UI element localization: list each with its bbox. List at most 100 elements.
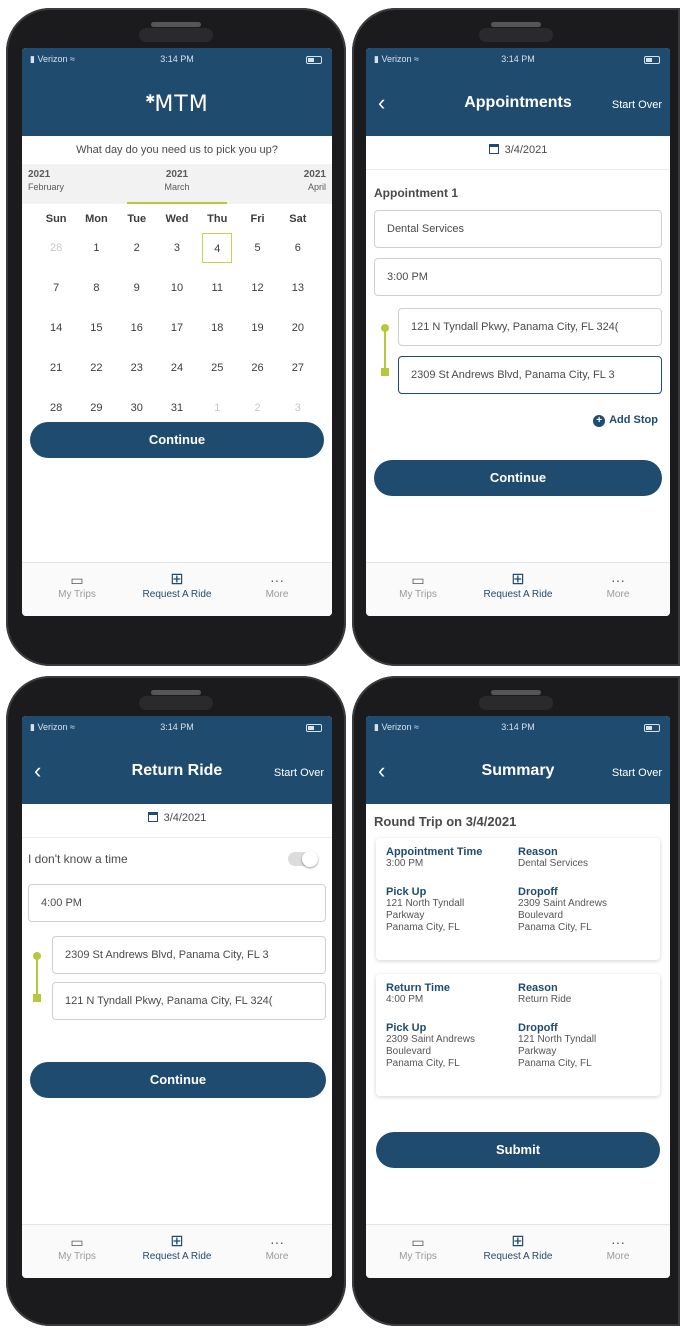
add-stop-button[interactable]: + Add Stop <box>593 414 658 427</box>
calendar-day[interactable]: 26 <box>237 362 277 374</box>
tab-request-a-ride[interactable]: ⊞ Request A Ride <box>127 1233 227 1262</box>
weekday-label: Tue <box>127 213 147 225</box>
screen-calendar: ▮ Verizon ≈ 3:14 PM ✱MTM What day do you… <box>22 48 332 616</box>
pickup-line-1: 121 North Tyndall <box>386 898 465 909</box>
calendar-day[interactable]: 13 <box>278 282 318 294</box>
calendar-day[interactable]: 18 <box>197 322 237 334</box>
calendar-day[interactable]: 31 <box>157 402 197 414</box>
weekday-label: Sun <box>45 213 67 225</box>
app-header: ▮ Verizon ≈ 3:14 PM ‹ Appointments Start… <box>366 48 670 136</box>
phone-frame-return-ride: ▮ Verizon ≈ 3:14 PM ‹ Return Ride Start … <box>6 676 346 1326</box>
return-time-field[interactable]: 4:00 PM <box>28 884 326 922</box>
return-summary-card: Return Time 4:00 PM Reason Return Ride P… <box>376 974 660 1096</box>
calendar-day[interactable]: 8 <box>76 282 116 294</box>
pickup-line-1: 2309 Saint Andrews <box>386 1034 475 1045</box>
calendar-day[interactable]: 1 <box>76 242 116 254</box>
weekday-label: Fri <box>250 213 265 225</box>
reason-block: Reason Return Ride <box>518 982 571 1006</box>
dropoff-address-field[interactable]: 121 N Tyndall Pkwy, Panama City, FL 324( <box>52 982 326 1020</box>
battery-icon <box>306 56 322 64</box>
tab-more[interactable]: ··· More <box>568 571 668 600</box>
continue-button[interactable]: Continue <box>374 460 662 496</box>
calendar-day[interactable]: 30 <box>117 402 157 414</box>
calendar-day[interactable]: 10 <box>157 282 197 294</box>
plus-square-icon: ⊞ <box>170 571 184 588</box>
tab-my-trips[interactable]: ▭ My Trips <box>368 571 468 600</box>
selected-day-label: 4 <box>202 233 233 263</box>
calendar-day[interactable]: 28 <box>36 402 76 414</box>
calendar-day: 3 <box>294 402 301 414</box>
month-tab-april[interactable]: 2021 April <box>232 168 332 194</box>
submit-button[interactable]: Submit <box>376 1132 660 1168</box>
tab-request-a-ride[interactable]: ⊞ Request A Ride <box>127 571 227 600</box>
calendar-day[interactable]: 6 <box>278 242 318 254</box>
mtm-logo: ✱MTM <box>145 92 209 117</box>
phone-speaker <box>151 690 201 695</box>
calendar-day[interactable]: 3 <box>157 242 197 254</box>
continue-button[interactable]: Continue <box>30 422 324 458</box>
calendar-day[interactable]: 23 <box>117 362 157 374</box>
tab-my-trips[interactable]: ▭ My Trips <box>368 1233 468 1262</box>
appointment-time-field[interactable]: 3:00 PM <box>374 258 662 296</box>
start-over-button[interactable]: Start Over <box>274 767 324 779</box>
calendar-week: 14 15 16 17 18 19 20 <box>36 308 318 348</box>
weekday-header: Sun Mon Tue Wed Thu Fri Sat <box>36 210 318 228</box>
phone-notch <box>479 28 553 42</box>
dropoff-label: Dropoff <box>518 1022 558 1034</box>
phone-frame-summary: ▮ Verizon ≈ 3:14 PM ‹ Summary Start Over… <box>352 676 680 1326</box>
calendar-day[interactable]: 12 <box>237 282 277 294</box>
car-icon: ▭ <box>411 1234 425 1250</box>
dropoff-address-field[interactable]: 2309 St Andrews Blvd, Panama City, FL 3 <box>398 356 662 394</box>
reason-field[interactable]: Dental Services <box>374 210 662 248</box>
calendar-day[interactable]: 25 <box>197 362 237 374</box>
calendar-day[interactable]: 9 <box>117 282 157 294</box>
reason-value: Return Ride <box>518 994 572 1005</box>
calendar-day-selected[interactable]: 4 <box>197 233 237 263</box>
calendar-day[interactable]: 11 <box>197 282 237 294</box>
calendar-day[interactable]: 22 <box>76 362 116 374</box>
phone-notch <box>139 28 213 42</box>
app-header: ▮ Verizon ≈ 3:14 PM ‹ Return Ride Start … <box>22 716 332 804</box>
tab-request-a-ride[interactable]: ⊞ Request A Ride <box>468 571 568 600</box>
month-tab-march[interactable]: 2021 March <box>127 168 227 204</box>
calendar-day[interactable]: 20 <box>278 322 318 334</box>
car-icon: ▭ <box>70 572 84 588</box>
pickup-address-field[interactable]: 2309 St Andrews Blvd, Panama City, FL 3 <box>52 936 326 974</box>
calendar-day[interactable]: 17 <box>157 322 197 334</box>
month-tab-february[interactable]: 2021 February <box>22 168 122 194</box>
tab-more[interactable]: ··· More <box>227 571 327 600</box>
tab-more[interactable]: ··· More <box>568 1233 668 1262</box>
calendar-day[interactable]: 5 <box>237 242 277 254</box>
more-dots-icon: ··· <box>270 1234 284 1250</box>
continue-button[interactable]: Continue <box>30 1062 326 1098</box>
pickup-label: Pick Up <box>386 886 427 898</box>
tab-request-a-ride[interactable]: ⊞ Request A Ride <box>468 1233 568 1262</box>
start-over-button[interactable]: Start Over <box>612 767 662 779</box>
phone-notch <box>479 696 553 710</box>
tab-my-trips[interactable]: ▭ My Trips <box>27 1233 127 1262</box>
calendar-day[interactable]: 15 <box>76 322 116 334</box>
car-icon: ▭ <box>70 1234 84 1250</box>
calendar-day: 28 <box>50 242 63 254</box>
return-time-block: Return Time 4:00 PM <box>386 982 450 1006</box>
calendar-day[interactable]: 7 <box>36 282 76 294</box>
tab-more[interactable]: ··· More <box>227 1233 327 1262</box>
calendar-day[interactable]: 14 <box>36 322 76 334</box>
pickup-address-field[interactable]: 121 N Tyndall Pkwy, Panama City, FL 324( <box>398 308 662 346</box>
pickup-block: Pick Up 121 North Tyndall Parkway Panama… <box>386 886 464 934</box>
app-header: ▮ Verizon ≈ 3:14 PM ✱MTM <box>22 48 332 136</box>
calendar-week: 28 1 2 3 4 5 6 <box>36 228 318 268</box>
start-over-button[interactable]: Start Over <box>612 99 662 111</box>
tab-my-trips[interactable]: ▭ My Trips <box>27 571 127 600</box>
month-selector: 2021 February 2021 March 2021 April <box>22 164 332 204</box>
calendar-day[interactable]: 19 <box>237 322 277 334</box>
calendar-day[interactable]: 27 <box>278 362 318 374</box>
battery-icon <box>644 724 660 732</box>
calendar-day: 2 <box>254 402 261 414</box>
calendar-day[interactable]: 16 <box>117 322 157 334</box>
dont-know-time-toggle[interactable] <box>288 851 318 867</box>
calendar-day[interactable]: 2 <box>117 242 157 254</box>
calendar-day[interactable]: 24 <box>157 362 197 374</box>
calendar-day[interactable]: 21 <box>36 362 76 374</box>
calendar-day[interactable]: 29 <box>76 402 116 414</box>
